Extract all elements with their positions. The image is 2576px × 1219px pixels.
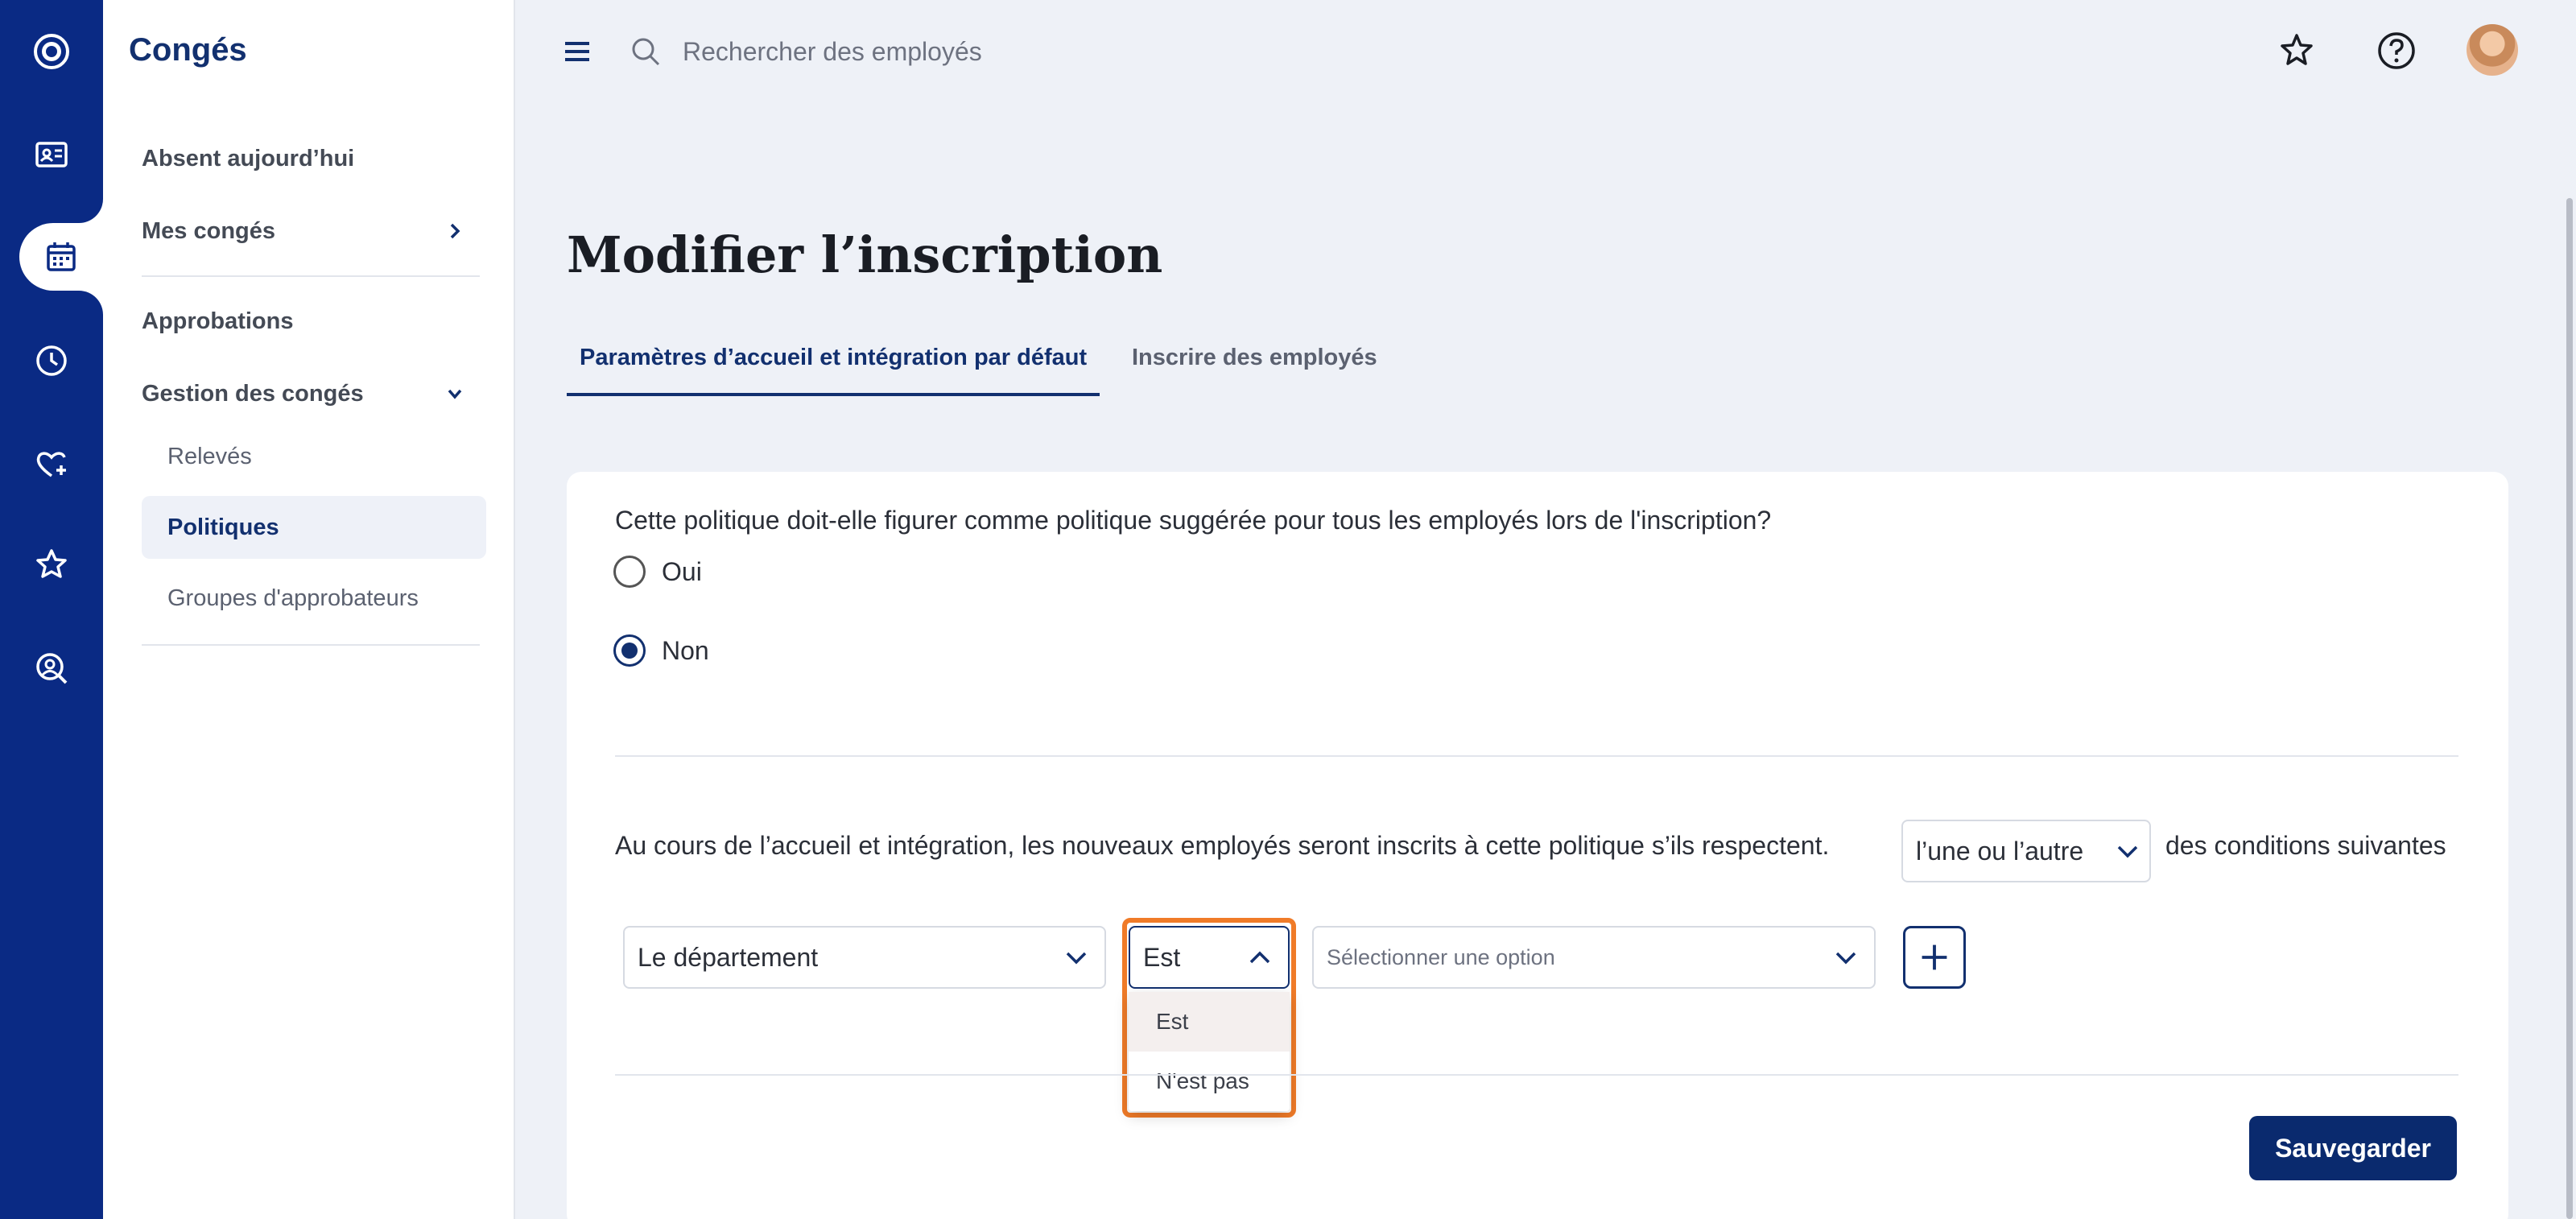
condition-mode-select[interactable]: l’une ou l’autre [1901, 820, 2151, 882]
app-rail [0, 0, 103, 1219]
sidebar-item-absent-today[interactable]: Absent aujourd’hui [142, 127, 486, 190]
sidebar-item-my-leaves[interactable]: Mes congés [142, 200, 486, 262]
calendar-icon[interactable] [19, 223, 103, 291]
radio-button-unchecked[interactable] [613, 556, 646, 588]
sidebar-divider [142, 644, 480, 646]
sidebar-item-label: Relevés [167, 443, 252, 469]
radio-label: Non [662, 635, 709, 665]
sidebar: Congés Absent aujourd’hui Mes congés App… [103, 0, 515, 1219]
section-divider [615, 755, 2458, 757]
field-select[interactable]: Le département [623, 926, 1106, 989]
condition-suffix-text: des conditions suivantes [2165, 831, 2446, 860]
sidebar-item-approvals[interactable]: Approbations [142, 290, 486, 353]
save-button[interactable]: Sauvegarder [2249, 1116, 2457, 1180]
search-input[interactable] [683, 29, 1407, 74]
chevron-down-icon [448, 389, 462, 399]
condition-mode-value: l’une ou l’autre [1916, 836, 2084, 866]
plus-icon [1922, 944, 1947, 970]
logo-icon[interactable] [0, 18, 103, 85]
menu-icon[interactable] [564, 35, 591, 68]
section-divider [615, 1074, 2458, 1076]
radio-oui[interactable]: Oui [613, 554, 702, 589]
radio-label: Oui [662, 556, 702, 586]
star-icon[interactable] [0, 531, 103, 598]
dropdown-option-nest-pas[interactable]: N'est pas [1129, 1052, 1290, 1111]
sidebar-item-approver-groups[interactable]: Groupes d'approbateurs [142, 567, 486, 630]
help-icon[interactable] [2375, 29, 2418, 72]
value-select[interactable]: Sélectionner une option [1312, 926, 1876, 989]
radio-non[interactable]: Non [613, 633, 709, 668]
sidebar-item-leave-management[interactable]: Gestion des congés [142, 362, 486, 425]
id-card-icon[interactable] [0, 121, 103, 188]
suggested-policy-question: Cette politique doit-elle figurer comme … [615, 506, 1772, 535]
sidebar-item-label: Mes congés [142, 217, 275, 244]
operator-dropdown-menu: Est N'est pas [1129, 992, 1290, 1111]
sidebar-item-statements[interactable]: Relevés [142, 425, 486, 488]
value-select-placeholder: Sélectionner une option [1327, 944, 1555, 969]
sidebar-item-label: Gestion des congés [142, 380, 364, 407]
condition-prefix-text: Au cours de l’accueil et intégration, le… [615, 831, 1830, 860]
add-condition-button[interactable] [1903, 926, 1966, 989]
sidebar-item-label: Groupes d'approbateurs [167, 585, 419, 611]
sidebar-title: Congés [129, 32, 247, 68]
chevron-right-icon [450, 223, 460, 239]
person-search-icon[interactable] [0, 634, 103, 702]
sidebar-item-policies[interactable]: Politiques [142, 496, 486, 559]
search-icon [632, 38, 660, 66]
sidebar-item-label: Politiques [167, 514, 279, 540]
chevron-down-icon [1835, 952, 1856, 965]
chevron-down-icon [2117, 845, 2138, 858]
page-title: Modifier l’inscription [567, 225, 1163, 284]
heart-plus-icon[interactable] [0, 430, 103, 498]
favorites-star-icon[interactable] [2275, 29, 2318, 72]
clock-icon[interactable] [0, 327, 103, 395]
tab-enroll-employees[interactable]: Inscrire des employés [1119, 345, 1390, 396]
chevron-down-icon [1066, 952, 1087, 965]
avatar[interactable] [2467, 24, 2518, 76]
radio-button-checked[interactable] [613, 634, 646, 667]
sidebar-divider [142, 275, 480, 277]
sidebar-item-label: Absent aujourd’hui [142, 145, 355, 171]
scrollbar[interactable] [2566, 198, 2573, 1219]
field-select-value: Le département [638, 942, 819, 972]
dropdown-option-est[interactable]: Est [1129, 992, 1290, 1052]
sidebar-item-label: Approbations [142, 308, 294, 334]
tab-default-onboarding-settings[interactable]: Paramètres d’accueil et intégration par … [567, 345, 1100, 396]
